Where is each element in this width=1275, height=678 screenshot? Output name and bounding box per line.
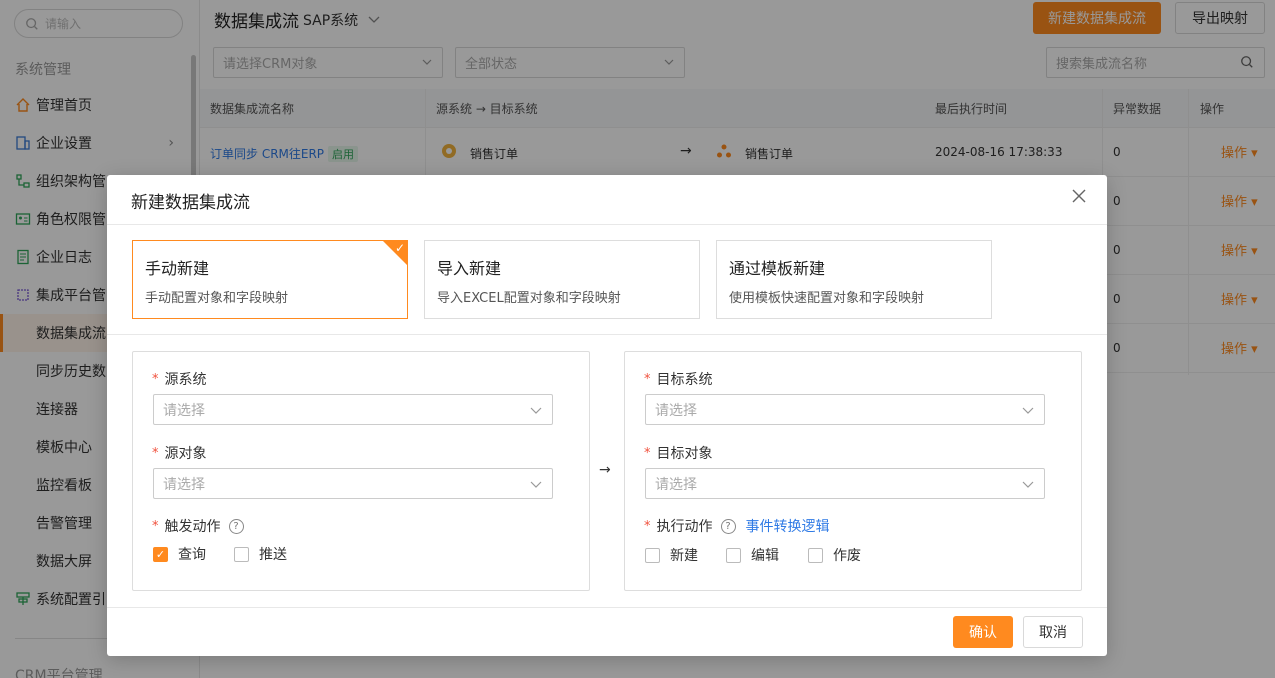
chevron-down-icon — [1022, 481, 1034, 488]
create-mode-title: 手动新建 — [145, 259, 210, 278]
trigger-action-label: * 触发动作? — [152, 516, 244, 536]
target-object-select[interactable]: 请选择 — [645, 468, 1045, 499]
arrow-right-icon: → — [599, 462, 611, 478]
confirm-button[interactable]: 确认 — [953, 616, 1013, 648]
source-panel: * 源系统 请选择 * 源对象 请选择 * 触发动作? ✓ 查询 推送 — [132, 351, 590, 591]
dialog-divider — [107, 607, 1107, 608]
exec-new-checkbox[interactable]: 新建 — [645, 545, 698, 565]
dialog-title: 新建数据集成流 — [131, 193, 250, 213]
create-mode-desc: 使用模板快速配置对象和字段映射 — [729, 291, 925, 306]
event-conversion-link[interactable]: 事件转换逻辑 — [746, 516, 830, 536]
target-object-label: * 目标对象 — [644, 443, 713, 463]
exec-edit-checkbox[interactable]: 编辑 — [726, 545, 779, 565]
exec-action-label: * 执行动作? 事件转换逻辑 — [644, 516, 830, 536]
help-icon[interactable]: ? — [228, 518, 244, 534]
dialog-divider — [107, 224, 1107, 225]
checkbox-label: 新建 — [670, 548, 698, 564]
target-system-label-text: 目标系统 — [656, 372, 713, 388]
chevron-down-icon — [530, 481, 542, 488]
target-system-label: * 目标系统 — [644, 369, 713, 389]
source-object-label-text: 源对象 — [164, 446, 207, 462]
source-object-label: * 源对象 — [152, 443, 207, 463]
new-dataflow-dialog: 新建数据集成流 手动新建 手动配置对象和字段映射 ✓ 导入新建 导入EXCEL配… — [107, 175, 1107, 656]
trigger-query-checkbox[interactable]: ✓ 查询 — [153, 544, 206, 564]
checkbox-label: 推送 — [259, 547, 287, 563]
target-object-label-text: 目标对象 — [656, 446, 713, 462]
checkbox-label: 作废 — [833, 548, 861, 564]
create-mode-desc: 手动配置对象和字段映射 — [145, 291, 289, 306]
checkbox-unchecked — [234, 546, 249, 562]
source-system-select[interactable]: 请选择 — [153, 394, 553, 425]
required-mark: * — [644, 518, 651, 534]
create-mode-manual[interactable]: 手动新建 手动配置对象和字段映射 ✓ — [132, 240, 408, 319]
exec-action-label-text: 执行动作 — [656, 519, 713, 535]
cancel-button[interactable]: 取消 — [1023, 616, 1083, 648]
trigger-push-checkbox[interactable]: 推送 — [234, 544, 287, 564]
checkbox-label: 编辑 — [751, 548, 779, 564]
target-system-placeholder: 请选择 — [655, 402, 697, 419]
source-system-placeholder: 请选择 — [163, 402, 205, 419]
chevron-down-icon — [530, 407, 542, 414]
required-mark: * — [152, 371, 159, 387]
required-mark: * — [644, 371, 651, 387]
help-icon[interactable]: ? — [720, 518, 736, 534]
trigger-action-label-text: 触发动作 — [164, 519, 221, 535]
checkbox-unchecked — [726, 547, 741, 563]
checkbox-unchecked — [808, 547, 823, 563]
required-mark: * — [152, 445, 159, 461]
required-mark: * — [644, 445, 651, 461]
dialog-divider — [107, 334, 1107, 335]
create-mode-import[interactable]: 导入新建 导入EXCEL配置对象和字段映射 — [424, 240, 700, 319]
source-object-placeholder: 请选择 — [163, 476, 205, 493]
checkbox-unchecked — [645, 547, 660, 563]
create-mode-title: 导入新建 — [437, 259, 502, 278]
target-panel: * 目标系统 请选择 * 目标对象 请选择 * 执行动作? 事件转换逻辑 新建 编辑 作… — [624, 351, 1082, 591]
chevron-down-icon — [1022, 407, 1034, 414]
target-system-select[interactable]: 请选择 — [645, 394, 1045, 425]
check-icon: ✓ — [394, 241, 405, 255]
close-icon[interactable] — [1071, 188, 1087, 204]
create-mode-title: 通过模板新建 — [729, 259, 826, 278]
exec-void-checkbox[interactable]: 作废 — [808, 545, 861, 565]
source-system-label: * 源系统 — [152, 369, 207, 389]
checkbox-label: 查询 — [178, 547, 206, 563]
create-mode-template[interactable]: 通过模板新建 使用模板快速配置对象和字段映射 — [716, 240, 992, 319]
source-system-label-text: 源系统 — [164, 372, 207, 388]
source-object-select[interactable]: 请选择 — [153, 468, 553, 499]
checkbox-checked: ✓ — [153, 546, 168, 562]
target-object-placeholder: 请选择 — [655, 476, 697, 493]
required-mark: * — [152, 518, 159, 534]
create-mode-desc: 导入EXCEL配置对象和字段映射 — [437, 291, 621, 306]
